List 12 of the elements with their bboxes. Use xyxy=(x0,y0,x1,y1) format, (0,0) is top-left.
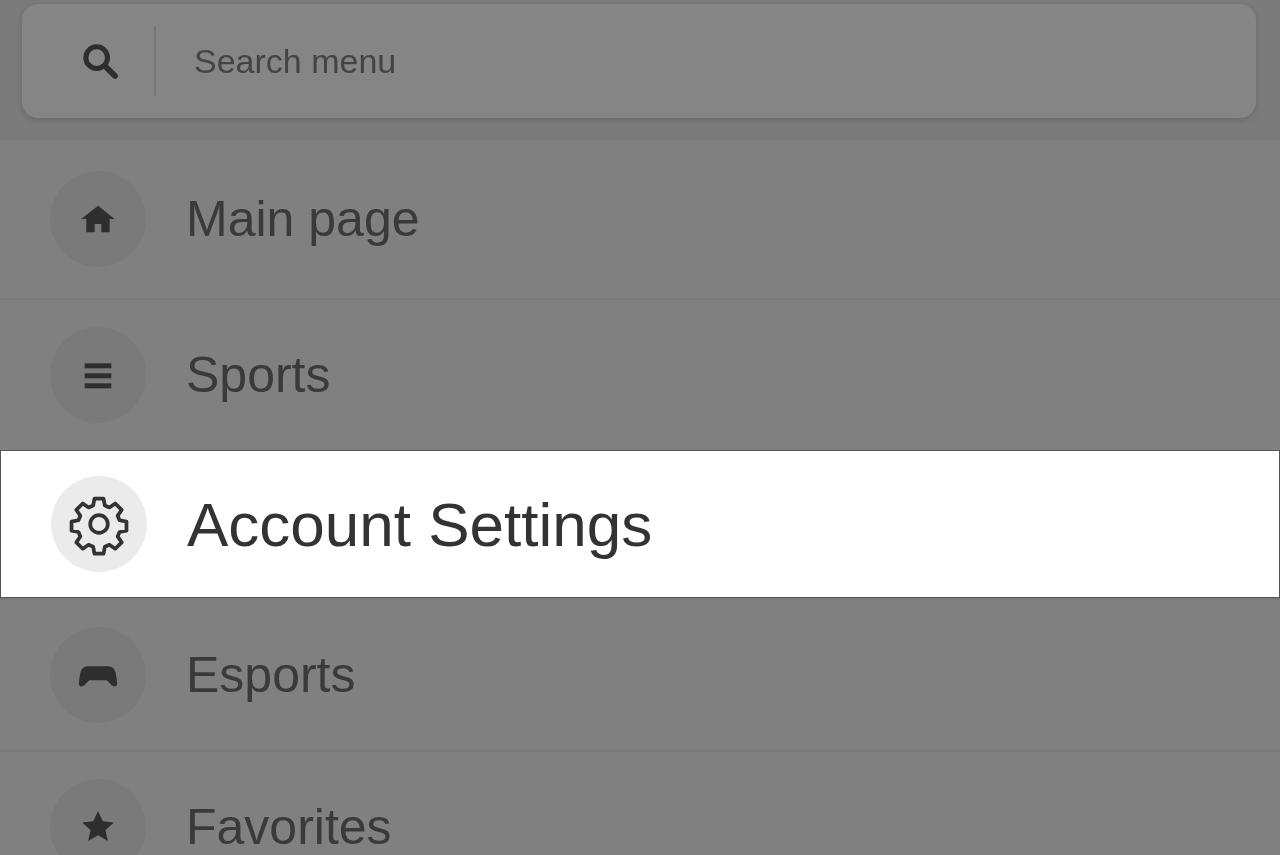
menu-item-label: Esports xyxy=(186,646,356,704)
menu-item[interactable]: Favorites xyxy=(0,750,1280,855)
search-icon xyxy=(80,41,120,81)
menu-item[interactable]: Account Settings xyxy=(0,450,1280,598)
menu-item-label: Sports xyxy=(186,346,331,404)
menu-item-label: Favorites xyxy=(186,798,392,855)
menu-item-label: Account Settings xyxy=(187,488,653,560)
search-field[interactable]: Search menu xyxy=(22,4,1256,118)
menu-item-label: Main page xyxy=(186,190,420,248)
menu-item[interactable]: Main page xyxy=(0,140,1280,298)
search-input[interactable]: Search menu xyxy=(192,40,1256,82)
menu-item[interactable]: Esports xyxy=(0,598,1280,750)
